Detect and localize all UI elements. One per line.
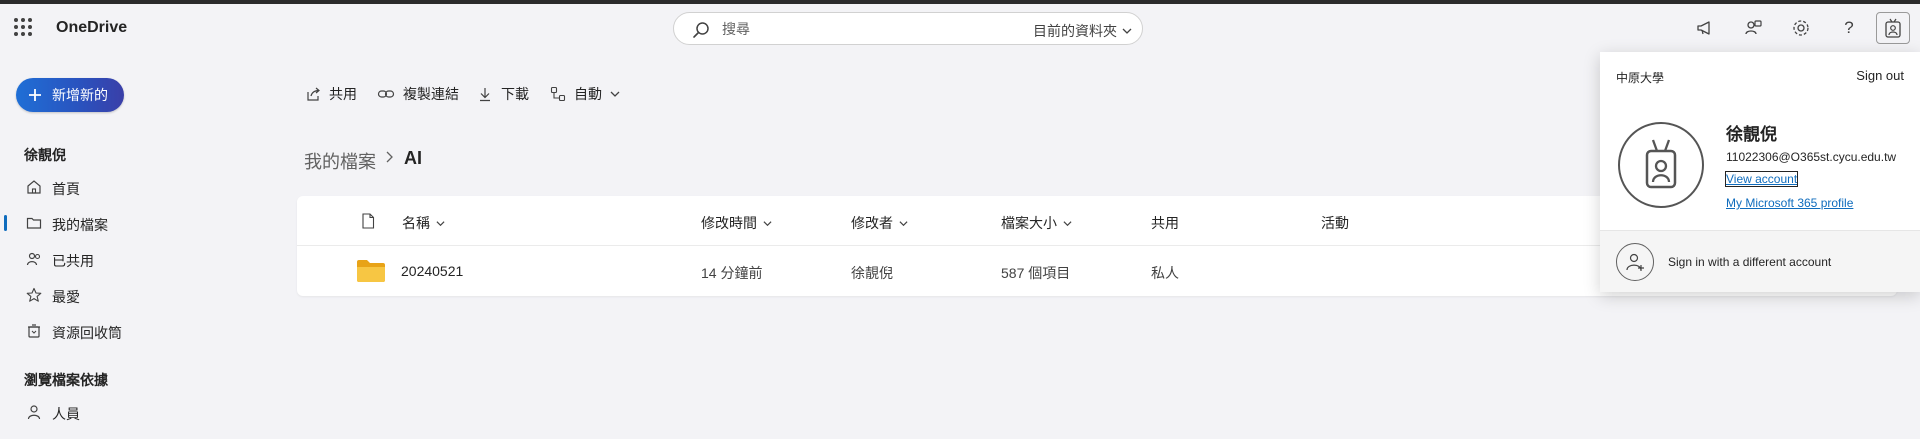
search-scope-dropdown[interactable]: 目前的資料夾: [1033, 21, 1132, 41]
new-button-label: 新增新的: [52, 87, 108, 103]
view-account-link[interactable]: View account: [1724, 171, 1799, 187]
sidebar-item-label: 已共用: [52, 253, 94, 269]
new-button[interactable]: 新增新的: [16, 78, 124, 112]
chevron-down-icon: [436, 220, 445, 226]
file-type-column-header[interactable]: [361, 213, 375, 229]
file-sharing: 私人: [1151, 265, 1179, 281]
app-title[interactable]: OneDrive: [56, 19, 127, 37]
flow-icon: [550, 86, 566, 102]
folder-icon: [356, 259, 386, 283]
chevron-down-icon: [899, 220, 908, 226]
folder-icon: [26, 215, 42, 231]
sign-in-different-account-button[interactable]: Sign in with a different account: [1600, 231, 1920, 292]
sidebar-item-shared[interactable]: 已共用: [0, 244, 240, 274]
chevron-down-icon: [1063, 220, 1072, 226]
add-person-icon: [1616, 243, 1654, 281]
account-badge-icon[interactable]: [1876, 12, 1910, 44]
link-icon: [377, 90, 395, 98]
download-label: 下載: [501, 86, 529, 102]
sign-out-link[interactable]: Sign out: [1856, 68, 1904, 83]
megaphone-icon[interactable]: [1694, 17, 1716, 39]
help-icon[interactable]: ?: [1838, 17, 1860, 39]
automate-dropdown[interactable]: 自動: [550, 83, 620, 105]
app-launcher-icon[interactable]: [14, 18, 32, 36]
modified-column-header[interactable]: 修改時間: [701, 213, 772, 233]
sidebar-item-my-files[interactable]: 我的檔案: [0, 208, 240, 238]
modified-by-column-header[interactable]: 修改者: [851, 213, 908, 233]
browse-section-heading: 瀏覽檔案依據: [24, 372, 108, 388]
people-icon: [26, 251, 42, 267]
gear-icon[interactable]: [1790, 17, 1812, 39]
sidebar-item-home[interactable]: 首頁: [0, 172, 240, 202]
person-icon: [26, 404, 42, 420]
account-email: 11022306@O365st.cycu.edu.tw: [1726, 150, 1897, 164]
sidebar-item-label: 最愛: [52, 289, 80, 305]
sidebar-item-favorites[interactable]: 最愛: [0, 280, 240, 310]
download-icon: [480, 88, 490, 102]
organization-name: 中原大學: [1616, 71, 1665, 85]
modified-column-label: 修改時間: [701, 215, 757, 231]
sidebar-user-name: 徐靚倪: [24, 147, 66, 163]
active-indicator: [4, 215, 7, 231]
file-modified-by: 徐靚倪: [851, 265, 893, 281]
app-header: OneDrive 目前的資料夾 ?: [0, 4, 1920, 52]
account-flyout: 中原大學 Sign out 徐靚倪 11022306@O365st.cycu.e…: [1600, 52, 1920, 292]
search-box[interactable]: 目前的資料夾: [673, 12, 1143, 45]
share-button[interactable]: 共用: [305, 83, 357, 105]
chevron-down-icon: [1122, 28, 1132, 34]
breadcrumb-current-folder: AI: [404, 148, 422, 168]
account-badge-icon: [1618, 122, 1704, 208]
breadcrumb-my-files[interactable]: 我的檔案: [304, 148, 376, 174]
activity-column-header[interactable]: 活動: [1321, 213, 1349, 233]
size-column-header[interactable]: 檔案大小: [1001, 213, 1072, 233]
sidebar-item-recycle-bin[interactable]: 資源回收筒: [0, 316, 240, 346]
name-column-header[interactable]: 名稱: [402, 213, 445, 233]
file-modified: 14 分鐘前: [701, 265, 763, 281]
automate-label: 自動: [574, 86, 602, 102]
sign-in-different-account-label: Sign in with a different account: [1668, 255, 1832, 269]
sharing-column-header[interactable]: 共用: [1151, 213, 1179, 233]
breadcrumb-separator-icon: [384, 150, 394, 167]
file-name[interactable]: 20240521: [401, 263, 463, 279]
star-icon: [26, 287, 42, 303]
sidebar-item-people[interactable]: 人員: [0, 397, 240, 427]
search-scope-label: 目前的資料夾: [1033, 23, 1117, 39]
plus-icon: [29, 89, 41, 101]
share-people-icon[interactable]: [1742, 17, 1764, 39]
share-label: 共用: [329, 86, 357, 102]
home-icon: [26, 179, 42, 195]
search-icon: [692, 21, 710, 44]
trash-icon: [26, 323, 42, 339]
copy-link-button[interactable]: 複製連結: [377, 83, 459, 105]
chevron-down-icon: [763, 220, 772, 226]
sharing-column-label: 共用: [1151, 215, 1179, 231]
download-button[interactable]: 下載: [477, 83, 529, 105]
search-input[interactable]: [722, 20, 962, 38]
sidebar-item-label: 人員: [52, 406, 80, 422]
sidebar-item-label: 首頁: [52, 181, 80, 197]
chevron-down-icon: [610, 91, 620, 97]
size-column-label: 檔案大小: [1001, 215, 1057, 231]
activity-column-label: 活動: [1321, 215, 1349, 231]
file-type-icon: [362, 213, 375, 229]
modified-by-column-label: 修改者: [851, 215, 893, 231]
copy-link-label: 複製連結: [403, 86, 459, 102]
file-size: 587 個項目: [1001, 265, 1071, 281]
m365-profile-link[interactable]: My Microsoft 365 profile: [1726, 196, 1853, 210]
name-column-label: 名稱: [402, 215, 430, 231]
account-name: 徐靚倪: [1726, 125, 1777, 144]
share-icon: [307, 87, 320, 101]
sidebar-item-label: 資源回收筒: [52, 325, 122, 341]
sidebar-item-label: 我的檔案: [52, 217, 108, 233]
